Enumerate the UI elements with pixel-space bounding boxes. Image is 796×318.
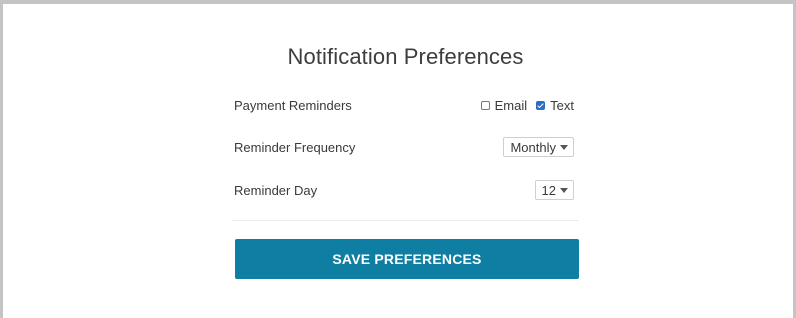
text-checkbox[interactable]: Text <box>536 98 574 113</box>
save-preferences-button[interactable]: SAVE PREFERENCES <box>235 239 579 279</box>
payment-reminders-options: Email Text <box>480 97 574 113</box>
reminder-frequency-select[interactable]: Monthly <box>503 137 574 157</box>
text-checkbox-box[interactable] <box>536 100 546 110</box>
reminder-frequency-label: Reminder Frequency <box>234 139 356 155</box>
reminder-day-label: Reminder Day <box>234 182 318 198</box>
text-checkbox-label: Text <box>550 97 574 113</box>
reminder-day-value: 12 <box>541 182 556 198</box>
reminder-frequency-value: Monthly <box>510 139 556 155</box>
email-checkbox[interactable]: Email <box>480 97 528 113</box>
reminder-frequency-row: Reminder Frequency Monthly <box>234 136 574 158</box>
reminder-day-row: Reminder Day 12 <box>234 179 574 201</box>
email-checkbox-label: Email <box>494 97 528 113</box>
notification-preferences-panel: Notification Preferences Payment Reminde… <box>232 40 579 279</box>
reminder-day-select[interactable]: 12 <box>534 180 574 200</box>
payment-reminders-label: Payment Reminders <box>234 97 352 113</box>
divider <box>232 220 579 221</box>
email-checkbox-box[interactable] <box>480 100 490 110</box>
window-frame: Notification Preferences Payment Reminde… <box>0 0 796 318</box>
chevron-down-icon <box>560 187 568 193</box>
chevron-down-icon <box>560 144 568 150</box>
page-title: Notification Preferences <box>287 44 524 69</box>
payment-reminders-row: Payment Reminders Email Text <box>234 94 574 116</box>
